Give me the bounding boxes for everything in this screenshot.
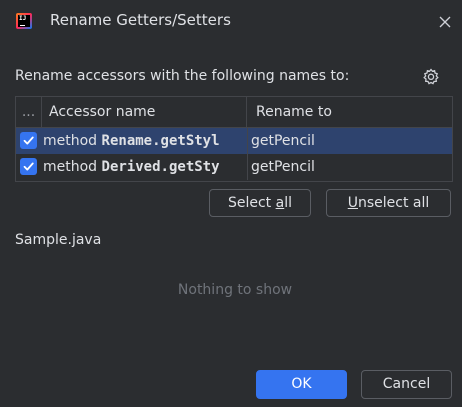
title-bar: IJ Rename Getters/Setters	[0, 0, 462, 42]
column-divider	[247, 128, 248, 154]
dialog-title: Rename Getters/Setters	[50, 11, 231, 29]
accessor-name-cell: method Rename.getStyl	[42, 128, 248, 154]
column-header-accessor-name[interactable]: Accessor name	[42, 97, 247, 127]
rename-to-cell[interactable]: getPencil	[249, 154, 452, 180]
checkmark-icon	[23, 162, 34, 171]
unselect-all-button[interactable]: Unselect all	[326, 189, 451, 217]
rename-getters-setters-dialog: IJ Rename Getters/Setters Rename accesso…	[0, 0, 462, 407]
select-all-button[interactable]: Select all	[209, 189, 311, 217]
rename-to-cell[interactable]: getPencil	[249, 128, 452, 154]
accessor-name-cell: method Derived.getSty	[42, 154, 248, 180]
empty-state-text: Nothing to show	[177, 282, 293, 298]
table-row[interactable]: method Rename.getStyl getPencil	[16, 128, 452, 154]
unselect-all-mnemonic: U	[347, 195, 358, 211]
accessor-name: Rename.getStyl	[101, 133, 220, 149]
gear-icon[interactable]	[421, 67, 441, 87]
unselect-all-label-rest: nselect all	[357, 195, 430, 211]
checkmark-icon	[23, 136, 34, 145]
row-checkbox[interactable]	[20, 158, 37, 175]
cancel-button[interactable]: Cancel	[361, 370, 452, 399]
accessor-kind: method	[43, 133, 98, 149]
column-divider	[247, 154, 248, 180]
instruction-label: Rename accessors with the following name…	[15, 68, 350, 84]
accessors-table: ... Accessor name Rename to method Renam…	[15, 96, 453, 182]
intellij-idea-icon: IJ	[16, 13, 32, 29]
close-icon[interactable]	[438, 14, 452, 28]
column-header-rename-to[interactable]: Rename to	[248, 97, 452, 127]
table-row[interactable]: method Derived.getSty getPencil	[16, 154, 452, 180]
ok-button[interactable]: OK	[256, 370, 347, 399]
accessor-name: Derived.getSty	[101, 159, 220, 175]
row-checkbox[interactable]	[20, 132, 37, 149]
select-all-label-rest: ll	[284, 195, 292, 211]
table-header: ... Accessor name Rename to	[16, 97, 452, 128]
select-all-label-prefix: Select	[227, 195, 276, 211]
select-all-mnemonic: a	[275, 195, 285, 211]
file-name-label: Sample.java	[15, 232, 102, 248]
column-header-check[interactable]: ...	[16, 97, 42, 127]
accessor-kind: method	[43, 159, 98, 175]
app-icon-bar	[20, 25, 25, 26]
